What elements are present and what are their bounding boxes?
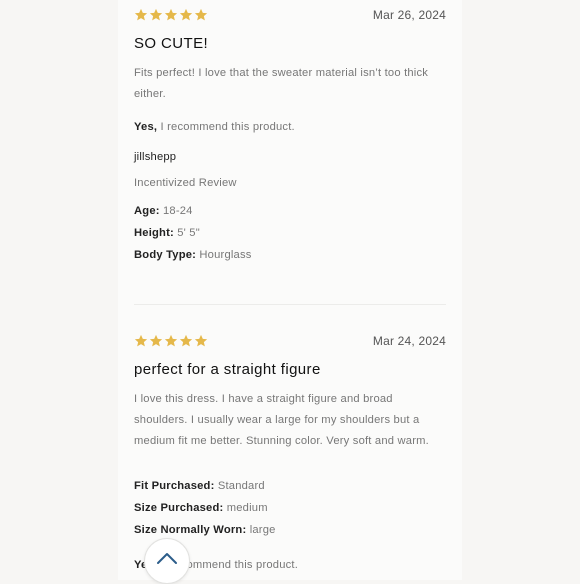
star-rating bbox=[134, 8, 208, 24]
attribute-value: 5' 5" bbox=[173, 227, 200, 239]
attribute-age: Age: 18-24 bbox=[134, 205, 193, 217]
review-body: I love this dress. I have a straight fig… bbox=[134, 393, 429, 447]
attribute-value: medium bbox=[223, 502, 268, 514]
reviewer-username: jillshepp bbox=[134, 151, 177, 163]
star-icon bbox=[164, 8, 178, 21]
attribute-fit-purchased: Fit Purchased: Standard bbox=[134, 480, 265, 492]
attribute-value: Hourglass bbox=[196, 249, 252, 261]
attribute-label: Size Purchased: bbox=[134, 502, 224, 514]
recommend-label: Yes, bbox=[134, 121, 158, 133]
incentivized-badge: Incentivized Review bbox=[134, 177, 237, 189]
attribute-label: Size Normally Worn: bbox=[134, 524, 247, 536]
attribute-value: Standard bbox=[214, 480, 265, 492]
attribute-label: Height: bbox=[134, 227, 174, 239]
star-rating bbox=[134, 334, 208, 350]
star-icon bbox=[194, 8, 208, 21]
recommend-line: Yes, I recommend this product. bbox=[134, 121, 295, 133]
star-icon bbox=[194, 334, 208, 347]
attribute-size-normally-worn: Size Normally Worn: large bbox=[134, 524, 276, 536]
attribute-label: Body Type: bbox=[134, 249, 197, 261]
attribute-label: Age: bbox=[134, 205, 160, 217]
star-icon bbox=[149, 334, 163, 347]
attribute-body-type: Body Type: Hourglass bbox=[134, 249, 252, 261]
star-icon bbox=[164, 334, 178, 347]
star-icon bbox=[179, 8, 193, 21]
review-date: Mar 24, 2024 bbox=[372, 334, 446, 348]
recommend-text: ommend this product. bbox=[186, 559, 299, 571]
star-icon bbox=[179, 334, 193, 347]
attribute-value: 18-24 bbox=[159, 205, 193, 217]
review-body: Fits perfect! I love that the sweater ma… bbox=[134, 67, 429, 100]
attribute-size-purchased: Size Purchased: medium bbox=[134, 502, 268, 514]
attribute-label: Fit Purchased: bbox=[134, 480, 215, 492]
star-icon bbox=[134, 8, 148, 21]
review-title: SO CUTE! bbox=[134, 35, 209, 52]
recommend-text: I recommend this product. bbox=[157, 121, 295, 133]
review-divider bbox=[134, 304, 446, 305]
chevron-up-icon bbox=[157, 553, 177, 564]
scroll-to-top-button[interactable] bbox=[144, 538, 190, 584]
review-date: Mar 26, 2024 bbox=[372, 8, 446, 22]
review-title: perfect for a straight figure bbox=[134, 361, 321, 378]
star-icon bbox=[134, 334, 148, 347]
star-icon bbox=[149, 8, 163, 21]
attribute-value: large bbox=[246, 524, 276, 536]
attribute-height: Height: 5' 5" bbox=[134, 227, 200, 239]
